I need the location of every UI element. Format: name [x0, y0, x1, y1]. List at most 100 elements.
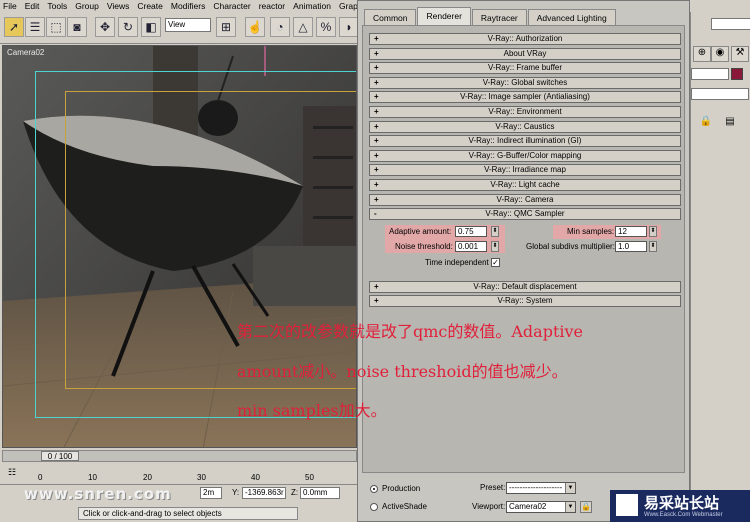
rollout-list: + V-Ray:: Authorization + About VRay + V-Ra… [369, 33, 681, 310]
object-color-swatch[interactable] [731, 68, 743, 80]
spinner-snap-icon[interactable]: ◗ [339, 17, 359, 37]
configure-icon[interactable]: ▤ [723, 116, 737, 130]
camera-viewport[interactable]: Camera02 [2, 45, 357, 448]
spinner-arrows-icon[interactable]: ⬍ [491, 240, 499, 252]
preset-dropdown[interactable]: -------------------- ▼ [506, 482, 576, 494]
expand-plus-icon: + [374, 194, 379, 204]
rollout-indirect-illumination[interactable]: + V-Ray:: Indirect illumination (GI) [369, 135, 681, 148]
rollout-global-switches[interactable]: + V-Ray:: Global switches [369, 76, 681, 89]
menu-animation[interactable]: Animation [293, 0, 331, 12]
expand-plus-icon: + [374, 296, 379, 306]
expand-plus-icon: + [374, 165, 379, 175]
viewport-dropdown[interactable]: Camera02 ▼ [506, 501, 576, 513]
rollout-irradiance-map[interactable]: + V-Ray:: Irradiance map [369, 164, 681, 177]
prompt-line: Click or click-and-drag to select object… [78, 507, 298, 520]
region-select-icon[interactable]: ⬚ [46, 17, 66, 37]
percent-snap-icon[interactable]: % [316, 17, 336, 37]
scale-icon[interactable]: ◧ [141, 17, 161, 37]
global-subdivs-label: Global subdivs multiplier: [526, 241, 615, 251]
tab-renderer[interactable]: Renderer [417, 7, 471, 25]
z-coordinate-field[interactable]: 0.0mm [300, 487, 340, 499]
select-arrow-icon[interactable]: ➚ [4, 17, 24, 37]
rollout-default-displacement[interactable]: + V-Ray:: Default displacement [369, 280, 681, 293]
spinner-arrows-icon[interactable]: ⬍ [491, 225, 499, 237]
expand-plus-icon: + [374, 63, 379, 73]
safe-frame-inner [65, 91, 356, 389]
rollout-system[interactable]: + V-Ray:: System [369, 295, 681, 308]
min-samples-label: Min samples: [567, 226, 615, 236]
lock-viewport-icon[interactable]: 🔒 [580, 501, 592, 513]
pivot-icon[interactable]: ⊞ [216, 17, 236, 37]
rollout-caustics[interactable]: + V-Ray:: Caustics [369, 120, 681, 133]
adaptive-amount-field[interactable]: 0.75 [455, 225, 487, 237]
window-crossing-icon[interactable]: ◙ [67, 17, 87, 37]
chevron-down-icon: ▼ [565, 483, 575, 493]
menu-edit[interactable]: Edit [25, 0, 40, 12]
rollout-environment[interactable]: + V-Ray:: Environment [369, 105, 681, 118]
name-field[interactable] [691, 68, 729, 80]
annotation-line-2: amount减小。noise threshoid的值也减少。 [237, 362, 568, 381]
rollout-gbuffer-color-mapping[interactable]: + V-Ray:: G-Buffer/Color mapping [369, 149, 681, 162]
tab-raytracer[interactable]: Raytracer [471, 9, 527, 25]
move-icon[interactable]: ✥ [95, 17, 115, 37]
y-coordinate-label: Y: [232, 488, 240, 497]
hierarchy-icon[interactable]: ⊕ [693, 46, 711, 62]
time-slider[interactable]: 0 / 100 [2, 450, 357, 462]
expand-plus-icon: + [374, 150, 379, 160]
snap-toggle-icon[interactable]: ◔ [270, 17, 290, 37]
menu-character[interactable]: Character [213, 0, 250, 12]
menu-tools[interactable]: Tools [47, 0, 67, 12]
tick-label: 40 [251, 473, 260, 482]
expand-plus-icon: + [374, 34, 379, 43]
menu-file[interactable]: File [3, 0, 17, 12]
motion-icon[interactable]: ◉ [711, 46, 729, 62]
production-radio[interactable] [370, 485, 378, 493]
expand-plus-icon: + [374, 121, 379, 131]
global-subdivs-field[interactable]: 1.0 [615, 240, 647, 252]
expand-plus-icon: + [374, 48, 379, 58]
rollout-authorization[interactable]: + V-Ray:: Authorization [369, 33, 681, 45]
tick-label: 0 [38, 473, 43, 482]
lock-icon[interactable]: 🔒 [699, 116, 713, 130]
activeshade-label: ActiveShade [382, 502, 427, 511]
select-by-name-icon[interactable]: ☰ [25, 17, 45, 37]
menu-views[interactable]: Views [107, 0, 130, 12]
menu-create[interactable]: Create [137, 0, 163, 12]
mini-curve-editor-icon[interactable]: ☷ [8, 467, 22, 479]
renderer-tab-panel: + V-Ray:: Authorization + About VRay + V-Ra… [362, 25, 685, 473]
tab-advanced-lighting[interactable]: Advanced Lighting [527, 9, 616, 25]
menu-group[interactable]: Group [75, 0, 99, 12]
noise-threshold-label: Noise threshold: [395, 241, 453, 251]
min-samples-field[interactable]: 12 [615, 225, 647, 237]
spinner-arrows-icon[interactable]: ⬍ [649, 240, 657, 252]
time-independent-checkbox[interactable]: ✓ [491, 257, 500, 267]
expand-plus-icon: + [374, 136, 379, 146]
tab-common[interactable]: Common [364, 9, 417, 25]
rollout-light-cache[interactable]: + V-Ray:: Light cache [369, 178, 681, 191]
modifier-list-dropdown[interactable] [691, 88, 749, 100]
menu-reactor[interactable]: reactor [259, 0, 285, 12]
reference-coord-select[interactable]: View [165, 18, 211, 32]
noise-threshold-field[interactable]: 0.001 [455, 240, 487, 252]
activeshade-radio[interactable] [370, 503, 378, 511]
qmc-sampler-panel: Adaptive amount: 0.75 ⬍ Noise threshold:… [369, 223, 681, 278]
rollout-frame-buffer[interactable]: + V-Ray:: Frame buffer [369, 62, 681, 75]
rollout-camera[interactable]: + V-Ray:: Camera [369, 193, 681, 206]
command-panel: ⊕ ◉ ⚒ 🔒 ▤ [690, 12, 750, 522]
viewport-label[interactable]: Camera02 [7, 48, 44, 57]
select-manipulate-icon[interactable]: ☝ [245, 17, 265, 37]
command-dropdown[interactable] [711, 18, 750, 30]
rotate-icon[interactable]: ↻ [118, 17, 138, 37]
collapse-minus-icon: - [374, 209, 377, 219]
rollout-qmc-sampler[interactable]: - V-Ray:: QMC Sampler [369, 208, 681, 221]
rollout-image-sampler[interactable]: + V-Ray:: Image sampler (Antialiasing) [369, 91, 681, 104]
adaptive-amount-label: Adaptive amount: [389, 226, 452, 236]
track-bar[interactable]: ☷ 0 10 20 30 40 50 [2, 465, 357, 483]
menu-modifiers[interactable]: Modifiers [171, 0, 205, 12]
time-slider-thumb[interactable]: 0 / 100 [41, 451, 79, 461]
y-coordinate-field[interactable]: -1369.863r [242, 487, 286, 499]
rollout-about-vray[interactable]: + About VRay [369, 47, 681, 60]
angle-snap-icon[interactable]: △ [293, 17, 313, 37]
spinner-arrows-icon[interactable]: ⬍ [649, 225, 657, 237]
utilities-icon[interactable]: ⚒ [731, 46, 749, 62]
